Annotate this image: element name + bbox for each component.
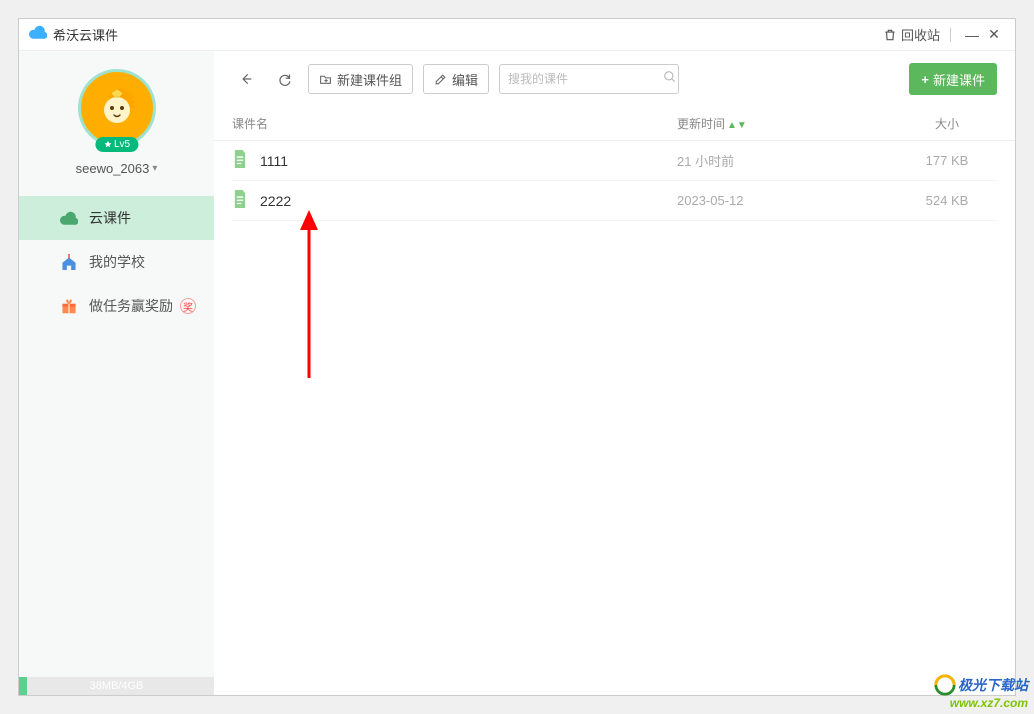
list-header: 课件名 更新时间▲▼ 大小 — [214, 107, 1015, 141]
file-name: 2222 — [260, 193, 677, 209]
refresh-icon — [277, 72, 292, 87]
minimize-button[interactable]: — — [961, 27, 983, 43]
storage-fill — [19, 677, 27, 695]
sidebar-item-my-school[interactable]: 我的学校 — [19, 240, 214, 284]
column-size[interactable]: 大小 — [897, 115, 997, 132]
search-icon — [663, 70, 677, 89]
new-courseware-button[interactable]: + 新建课件 — [909, 63, 997, 95]
storage-bar: 38MB/4GB — [19, 677, 214, 695]
app-title: 希沃云课件 — [53, 25, 118, 44]
sort-indicator-icon: ▲▼ — [727, 120, 747, 131]
level-badge: Lv5 — [95, 137, 138, 152]
app-window: 希沃云课件 回收站 — ✕ — [18, 18, 1016, 696]
sidebar-nav: 云课件 我的学校 做任务赢奖励 奖 — [19, 196, 214, 328]
file-name: 1111 — [260, 153, 677, 169]
school-icon — [59, 254, 79, 270]
username-text: seewo_2063 — [76, 161, 150, 176]
new-group-label: 新建课件组 — [337, 70, 402, 89]
trash-icon — [883, 28, 897, 42]
file-row[interactable]: 1111 21 小时前 177 KB — [232, 141, 997, 181]
close-button[interactable]: ✕ — [983, 26, 1005, 43]
main-panel: 新建课件组 编辑 + 新建课件 课件 — [214, 51, 1015, 695]
sidebar-item-cloud-courseware[interactable]: 云课件 — [19, 196, 214, 240]
avatar-lion-icon — [93, 84, 141, 132]
avatar[interactable]: Lv5 — [78, 69, 156, 147]
reward-tag: 奖 — [180, 298, 196, 314]
edit-label: 编辑 — [452, 70, 478, 89]
search-input[interactable] — [508, 72, 663, 86]
search-box[interactable] — [499, 64, 679, 94]
watermark-text2: www.xz7.com — [934, 696, 1028, 710]
file-icon — [232, 190, 250, 211]
recycle-bin-link[interactable]: 回收站 — [883, 25, 940, 44]
plus-icon: + — [921, 72, 929, 87]
chevron-down-icon: ▾ — [152, 163, 157, 174]
titlebar: 希沃云课件 回收站 — ✕ — [19, 19, 1015, 51]
file-time: 21 小时前 — [677, 151, 897, 170]
edit-icon — [434, 73, 447, 86]
recycle-bin-label: 回收站 — [901, 25, 940, 44]
toolbar: 新建课件组 编辑 + 新建课件 — [214, 51, 1015, 107]
file-list: 1111 21 小时前 177 KB 2222 2023-05-12 524 K… — [214, 141, 1015, 221]
sidebar-item-label: 我的学校 — [89, 252, 145, 272]
file-time: 2023-05-12 — [677, 193, 897, 208]
sidebar-item-tasks-rewards[interactable]: 做任务赢奖励 奖 — [19, 284, 214, 328]
refresh-button[interactable] — [270, 65, 298, 93]
column-name[interactable]: 课件名 — [232, 115, 677, 132]
sidebar: Lv5 seewo_2063 ▾ 云课件 — [19, 51, 214, 695]
back-button[interactable] — [232, 65, 260, 93]
sidebar-item-label: 做任务赢奖励 — [89, 296, 173, 316]
column-time[interactable]: 更新时间▲▼ — [677, 115, 897, 132]
file-icon — [232, 150, 250, 171]
file-size: 177 KB — [897, 153, 997, 168]
file-size: 524 KB — [897, 193, 997, 208]
cloud-icon — [29, 25, 47, 44]
username-dropdown[interactable]: seewo_2063 ▾ — [76, 161, 158, 176]
divider — [950, 28, 951, 42]
gift-icon — [59, 298, 79, 314]
badge-icon — [103, 140, 112, 149]
arrow-left-icon — [238, 72, 254, 86]
folder-plus-icon — [319, 73, 332, 86]
cloud-icon — [59, 211, 79, 225]
new-group-button[interactable]: 新建课件组 — [308, 64, 413, 94]
storage-text: 38MB/4GB — [90, 677, 144, 695]
edit-button[interactable]: 编辑 — [423, 64, 489, 94]
profile-block: Lv5 seewo_2063 ▾ — [19, 51, 214, 176]
sidebar-item-label: 云课件 — [89, 208, 131, 228]
new-courseware-label: 新建课件 — [933, 70, 985, 89]
file-row[interactable]: 2222 2023-05-12 524 KB — [232, 181, 997, 221]
level-text: Lv5 — [114, 139, 130, 150]
